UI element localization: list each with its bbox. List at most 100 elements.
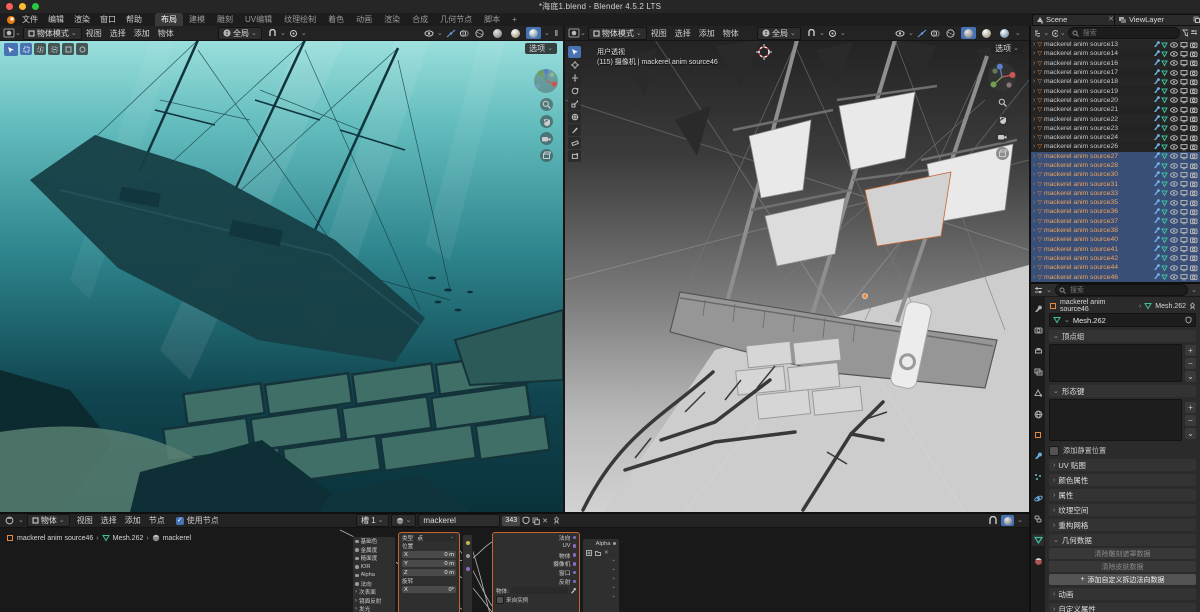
workspace-tab[interactable]: 建模 [183, 13, 211, 26]
tool-scale-icon[interactable] [568, 98, 581, 110]
node-output-socket[interactable]: 窗口 [493, 568, 579, 577]
outliner-row[interactable]: › ▽ mackerel anim source35 [1031, 198, 1200, 207]
viewport-solid[interactable]: ⌄ 物体模式⌄ 视图选择添加物体 全局⌄ ⌄ ⌄ ⌄ [565, 26, 1029, 512]
gizmos-toggle-icon[interactable] [446, 29, 456, 38]
mapping-axis-field[interactable]: X0 m [399, 550, 459, 559]
mode-dropdown[interactable]: 物体模式⌄ [23, 27, 82, 40]
topbar-menu-item[interactable]: 文件 [17, 14, 43, 25]
tab-viewlayer-icon[interactable] [1032, 366, 1044, 378]
material-browse-dropdown[interactable]: ⌄ [391, 514, 417, 527]
object-name[interactable]: mackerel anim source30 [1044, 171, 1150, 178]
expand-chevron-icon[interactable]: › [1033, 208, 1035, 215]
tab-material-icon[interactable] [1032, 555, 1044, 567]
outliner-row[interactable]: › ▽ mackerel anim source44 [1031, 263, 1200, 272]
workspace-tab[interactable]: 着色 [322, 13, 350, 26]
properties-search-input[interactable] [1068, 286, 1184, 295]
shading-wireframe-button[interactable] [472, 27, 487, 39]
display-mode-icon[interactable] [1051, 29, 1058, 38]
shader-menu-item[interactable]: 节点 [145, 515, 169, 526]
shape-key-specials-button[interactable]: ⌄ [1185, 428, 1196, 439]
shading-caret-icon[interactable]: ⌄ [544, 30, 550, 37]
eyedropper-icon[interactable] [570, 587, 576, 594]
gizmos-toggle-icon[interactable] [917, 29, 927, 38]
topbar-menu-item[interactable]: 窗口 [95, 14, 121, 25]
fake-user-shield-icon[interactable] [1185, 316, 1192, 324]
viewport-menu-item[interactable]: 添加 [695, 28, 719, 39]
object-visibility-icon[interactable] [895, 29, 905, 38]
tool-transform-icon[interactable] [568, 111, 581, 123]
outliner-row[interactable]: › ▽ mackerel anim source38 [1031, 226, 1200, 235]
object-name[interactable]: mackerel anim source13 [1044, 41, 1150, 48]
unlink-image-icon[interactable]: ✕ [604, 550, 609, 556]
expand-chevron-icon[interactable]: › [1033, 134, 1035, 141]
proportional-caret-icon[interactable]: ⌄ [840, 30, 846, 37]
visibility-icons[interactable] [1170, 227, 1198, 235]
viewport-menu-item[interactable]: 物体 [719, 28, 743, 39]
visibility-icons[interactable] [1170, 87, 1198, 95]
node-image-texture-partial[interactable]: Alpha ✕ ⌄ ⌄ ⌄ ⌄ ⌄ [582, 538, 620, 612]
rest-position-checkbox[interactable] [1049, 446, 1059, 456]
node-output-socket[interactable]: 反射 [493, 577, 579, 586]
tool-options-dropdown[interactable]: 选项⌄ [991, 43, 1023, 54]
outliner-row[interactable]: › ▽ mackerel anim source41 [1031, 245, 1200, 254]
zoom-gizmo-icon[interactable] [540, 98, 553, 111]
add-shape-key-button[interactable]: + [1185, 402, 1196, 413]
properties-search[interactable] [1055, 284, 1188, 296]
tool-cursor-icon[interactable] [568, 59, 581, 71]
node-reroute-strip[interactable] [462, 534, 473, 612]
object-name[interactable]: mackerel anim source21 [1044, 106, 1150, 113]
visibility-icons[interactable] [1170, 69, 1198, 77]
outliner-row[interactable]: › ▽ mackerel anim source46 [1031, 272, 1200, 281]
select-mode-intersect-icon[interactable] [76, 43, 88, 55]
mesh-name-field[interactable]: ⌄ Mesh.262 [1049, 313, 1196, 327]
object-name[interactable]: mackerel anim source37 [1044, 218, 1150, 225]
outliner-row[interactable]: › ▽ mackerel anim source14 [1031, 49, 1200, 58]
node-input-socket[interactable]: IOR [353, 563, 395, 572]
filter-settings-icon[interactable] [1190, 29, 1197, 37]
object-name[interactable]: mackerel anim source36 [1044, 208, 1150, 215]
tab-output-icon[interactable] [1032, 345, 1044, 357]
tool-annotate-icon[interactable] [568, 124, 581, 136]
shading-solid-button[interactable] [490, 27, 505, 39]
pan-gizmo-icon[interactable] [996, 113, 1009, 126]
shader-menu-item[interactable]: 视图 [73, 515, 97, 526]
object-name[interactable]: mackerel anim source44 [1044, 264, 1150, 271]
visibility-icons[interactable] [1170, 59, 1198, 67]
snap-caret-icon[interactable]: ⌄ [280, 30, 286, 37]
object-name[interactable]: mackerel anim source46 [1044, 274, 1150, 281]
navigation-axis-gizmo[interactable] [987, 62, 1017, 92]
expand-chevron-icon[interactable]: › [1033, 227, 1035, 234]
tab-render-icon[interactable] [1032, 324, 1044, 336]
expand-chevron-icon[interactable]: › [1033, 181, 1035, 188]
pin-icon[interactable] [553, 516, 560, 525]
object-name[interactable]: mackerel anim source28 [1044, 162, 1150, 169]
object-name[interactable]: mackerel anim source24 [1044, 134, 1150, 141]
visibility-icons[interactable] [1170, 217, 1198, 225]
visibility-icons[interactable] [1170, 254, 1198, 262]
material-name-field[interactable]: mackerel [418, 514, 500, 527]
pan-gizmo-icon[interactable] [540, 115, 553, 128]
outliner-row[interactable]: › ▽ mackerel anim source31 [1031, 179, 1200, 188]
expand-chevron-icon[interactable]: › [1033, 199, 1035, 206]
node-input-socket[interactable]: 基础色 [353, 537, 395, 546]
camera-view-gizmo-icon[interactable] [540, 132, 553, 145]
tool-options-dropdown[interactable]: 选项⌄ [525, 43, 557, 54]
outliner-row[interactable]: › ▽ mackerel anim source19 [1031, 86, 1200, 95]
expand-chevron-icon[interactable]: › [1033, 69, 1035, 76]
collapsed-panel[interactable]: ›自定义属性 [1049, 603, 1196, 612]
material-users-count[interactable]: 343 [502, 516, 520, 526]
panel-vertex-groups[interactable]: ⌄顶点组 [1049, 330, 1196, 342]
workspace-tab[interactable]: 脚本 [478, 13, 506, 26]
object-name[interactable]: mackerel anim source19 [1044, 88, 1150, 95]
visibility-icons[interactable] [1170, 96, 1198, 104]
viewport-rendered[interactable]: ⌄ 物体模式⌄ 视图选择添加物体 全局⌄ ⌄ ⌄ ⌄ [0, 26, 563, 512]
outliner-row[interactable]: › ▽ mackerel anim source28 [1031, 161, 1200, 170]
remove-vertex-group-button[interactable]: − [1185, 358, 1196, 369]
visibility-caret-icon[interactable]: ⌄ [437, 30, 443, 37]
tab-particles-icon[interactable] [1032, 471, 1044, 483]
expand-chevron-icon[interactable]: › [1033, 143, 1035, 150]
workspace-tab[interactable]: UV编辑 [239, 13, 278, 26]
add-custom-split-normals-button[interactable]: +添加自定义拆边法向数据 [1049, 574, 1196, 585]
visibility-icons[interactable] [1170, 199, 1198, 207]
visibility-icons[interactable] [1170, 264, 1198, 272]
